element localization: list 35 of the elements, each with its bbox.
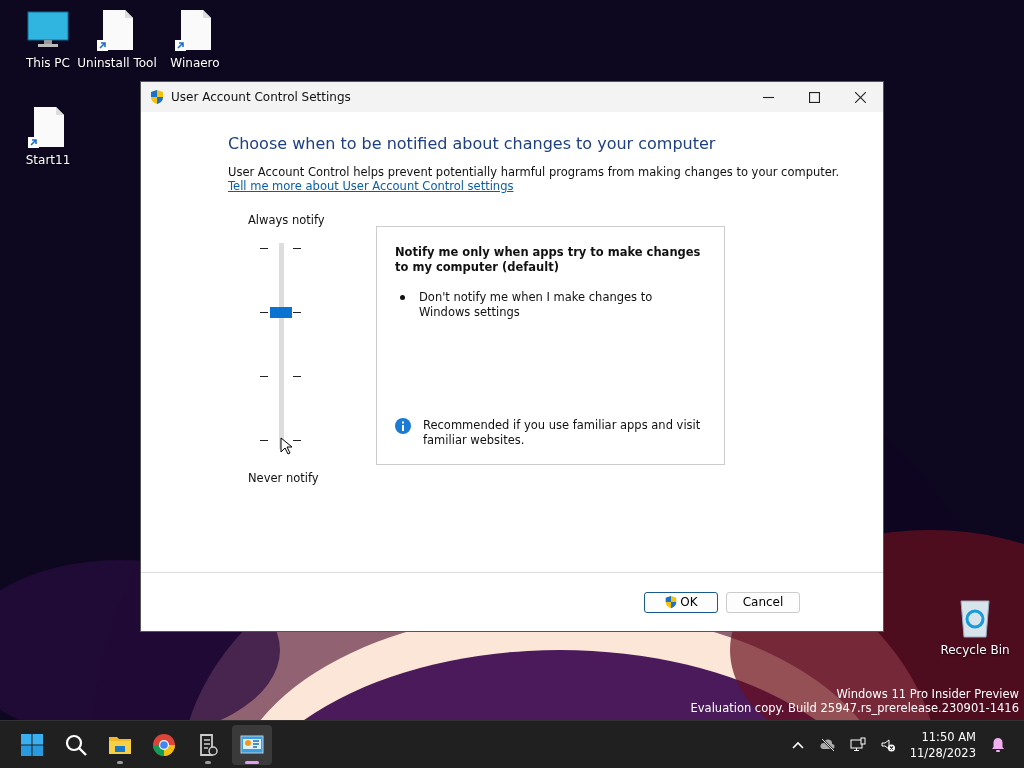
desktop-icon-label[interactable]: Start11 bbox=[25, 153, 71, 167]
intro-text: User Account Control helps prevent potentially harmful programs from making changes to your computer. bbox=[228, 165, 841, 179]
desktop-icon-label[interactable]: Winaero bbox=[170, 56, 220, 70]
start-icon bbox=[20, 732, 44, 757]
search-icon bbox=[64, 732, 88, 757]
dialog-button[interactable]: OK bbox=[644, 591, 718, 613]
control-panel-icon bbox=[240, 732, 264, 757]
bullet-text: Don't notify me when I make changes to Windows settings bbox=[419, 290, 654, 320]
info-icon bbox=[395, 418, 411, 434]
bell-icon[interactable] bbox=[990, 736, 1006, 753]
cloud-crossed-icon[interactable] bbox=[819, 736, 836, 753]
network-monitor-icon[interactable] bbox=[849, 736, 866, 753]
close-icon bbox=[854, 91, 866, 103]
build-info-text: Windows 11 Pro Insider Preview bbox=[836, 687, 1019, 701]
help-link[interactable]: Tell me more about User Account Control settings bbox=[228, 179, 514, 193]
desktop-icon-label[interactable]: This PC bbox=[26, 56, 70, 70]
build-info-text: Evaluation copy. Build 25947.rs_prerelease.230901-1416 bbox=[690, 701, 1019, 715]
maximize-icon bbox=[808, 91, 820, 103]
slider-label: Never notify bbox=[248, 471, 320, 485]
slider-label: Always notify bbox=[248, 213, 326, 227]
window-title: User Account Control Settings bbox=[171, 90, 351, 104]
browser-icon bbox=[152, 732, 176, 757]
setting-title: Notify me only when apps try to make changes to my computer (default) bbox=[395, 245, 702, 275]
desktop-icon-label[interactable]: Uninstall Tool bbox=[77, 56, 157, 70]
mouse-cursor-icon bbox=[280, 437, 292, 455]
note-text: Recommended if you use familiar apps and visit familiar websites. bbox=[423, 418, 702, 448]
dialog-heading: Choose when to be notified about changes to your computer bbox=[228, 134, 717, 153]
taskbar-button[interactable] bbox=[232, 724, 272, 765]
shield-icon bbox=[149, 89, 165, 105]
dialog-button[interactable]: Cancel bbox=[726, 591, 800, 613]
speaker-muted-icon[interactable] bbox=[879, 736, 896, 753]
desktop-icon-label[interactable]: Recycle Bin bbox=[940, 643, 1010, 657]
clock[interactable]: 11:50 AM 11/28/2023 bbox=[909, 728, 976, 761]
bullet-icon bbox=[400, 295, 405, 300]
slider-thumb[interactable] bbox=[270, 306, 292, 318]
